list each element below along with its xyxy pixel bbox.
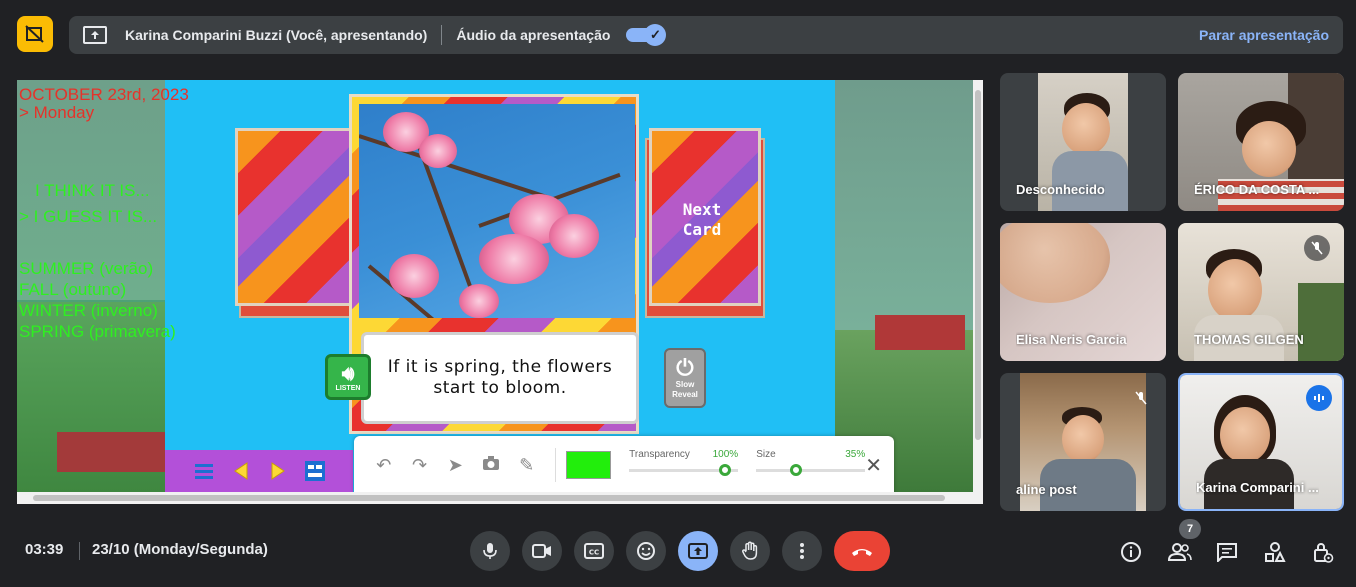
participant-name: THOMAS GILGEN <box>1194 332 1304 347</box>
hide-video-icon[interactable] <box>17 16 53 52</box>
divider <box>441 25 443 45</box>
season-fall: FALL (outuno) <box>19 280 127 299</box>
participant-tile[interactable]: Elisa Neris Garcia <box>1000 223 1166 361</box>
participant-name: Karina Comparini ... <box>1196 480 1319 495</box>
emoji-button[interactable] <box>626 531 666 571</box>
spring-blossom-image <box>359 104 635 318</box>
previous-card[interactable] <box>235 128 355 306</box>
chat-button[interactable] <box>1213 538 1241 566</box>
season-winter: WINTER (inverno) <box>19 301 158 320</box>
speaker-icon: 🔊︎ <box>341 362 355 385</box>
speaking-indicator-icon <box>1306 385 1332 411</box>
stop-presenting-button[interactable]: Parar apresentação <box>1199 27 1329 43</box>
svg-text:CC: CC <box>589 549 599 557</box>
leave-call-button[interactable] <box>834 531 890 571</box>
microphone-button[interactable] <box>470 531 510 571</box>
color-swatch[interactable] <box>565 451 612 479</box>
participant-tile[interactable]: aline post <box>1000 373 1166 511</box>
transparency-slider[interactable]: Transparency 100% <box>629 445 739 485</box>
camera-icon[interactable] <box>473 455 509 476</box>
transparency-handle[interactable] <box>719 464 732 476</box>
participant-tile[interactable]: ÉRICO DA COSTA ... <box>1178 73 1344 211</box>
participant-tile[interactable]: THOMAS GILGEN <box>1178 223 1344 361</box>
meeting-time: 03:39 <box>25 541 64 558</box>
captions-button[interactable]: CC <box>574 531 614 571</box>
undo-icon[interactable]: ↶ <box>366 455 402 476</box>
listen-button[interactable]: 🔊︎ LISTEN <box>325 354 371 400</box>
annotation-toolbar: ↶ ↷ ➤ ✎ Transparency 100% Size 35% ✕ <box>354 436 894 494</box>
presenter-name: Karina Comparini Buzzi (Você, apresentan… <box>125 27 428 43</box>
meeting-title: 23/10 (Monday/Segunda) <box>92 541 268 558</box>
meeting-details-button[interactable] <box>1117 538 1145 566</box>
background-right <box>835 80 973 492</box>
horizontal-scrollbar[interactable] <box>17 492 983 504</box>
mic-off-icon <box>1128 385 1154 411</box>
participant-name: ÉRICO DA COSTA ... <box>1194 182 1320 197</box>
edit-icon[interactable]: ✎ <box>509 455 545 476</box>
power-icon: ⏻ <box>676 355 694 380</box>
participant-name: Desconhecido <box>1016 182 1105 197</box>
next-card-label[interactable]: Next Card <box>667 200 737 240</box>
people-button[interactable] <box>1166 538 1194 566</box>
size-slider[interactable]: Size 35% <box>756 445 866 485</box>
previous-arrow-icon[interactable] <box>228 458 254 484</box>
participant-name: Elisa Neris Garcia <box>1016 332 1127 347</box>
vertical-scrollbar[interactable] <box>973 80 983 492</box>
participant-tile[interactable]: Desconhecido <box>1000 73 1166 211</box>
check-icon: ✓ <box>644 24 667 46</box>
participant-name: aline post <box>1016 482 1077 497</box>
presentation-audio-toggle[interactable]: ✓ <box>626 24 667 46</box>
redo-icon[interactable]: ↷ <box>402 455 438 476</box>
card-caption: If it is spring, the flowers start to bl… <box>361 332 639 424</box>
mic-off-icon <box>1304 235 1330 261</box>
shared-screen: OCTOBER 23rd, 2023 > Monday I THINK IT I… <box>17 80 983 504</box>
presenting-bar: Karina Comparini Buzzi (Você, apresentan… <box>69 16 1343 54</box>
activities-button[interactable] <box>1261 538 1289 566</box>
season-summer: SUMMER (verão) <box>19 259 154 278</box>
present-screen-icon <box>83 26 107 44</box>
close-icon[interactable]: ✕ <box>865 453 882 478</box>
pointer-icon[interactable]: ➤ <box>437 455 473 476</box>
more-options-button[interactable] <box>782 531 822 571</box>
size-handle[interactable] <box>790 464 803 476</box>
host-controls-button[interactable] <box>1309 538 1337 566</box>
presentation-audio-label: Áudio da apresentação <box>456 27 611 43</box>
guess-line: > I GUESS IT IS... <box>19 207 158 226</box>
slow-reveal-button[interactable]: ⏻ Slow Reveal <box>664 348 706 408</box>
season-spring: SPRING (primavera) <box>19 322 176 341</box>
camera-button[interactable] <box>522 531 562 571</box>
participant-tile[interactable]: Karina Comparini ... <box>1178 373 1344 511</box>
weekday-line: > Monday <box>19 103 95 122</box>
divider <box>79 542 80 560</box>
next-arrow-icon[interactable] <box>265 458 291 484</box>
think-line: I THINK IT IS... <box>35 181 150 200</box>
raise-hand-button[interactable] <box>730 531 770 571</box>
present-screen-button[interactable] <box>678 531 718 571</box>
card-navigation <box>165 450 353 492</box>
participant-count-badge: 7 <box>1179 519 1201 539</box>
menu-icon[interactable] <box>191 458 217 484</box>
grid-view-icon[interactable] <box>302 458 328 484</box>
